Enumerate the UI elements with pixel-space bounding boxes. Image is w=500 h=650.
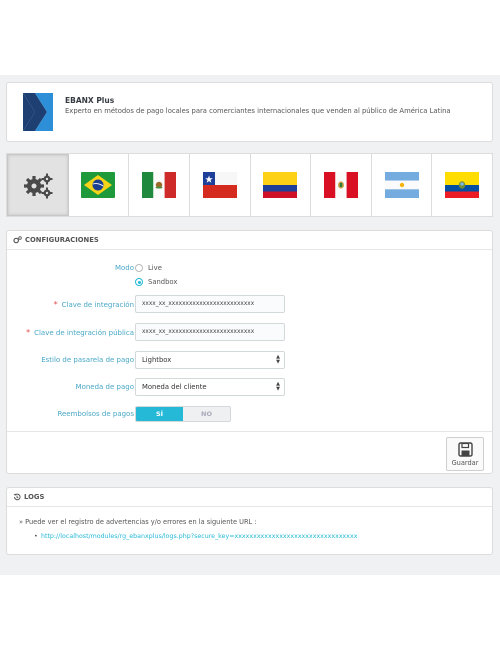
live-radio-label: Live — [148, 264, 162, 272]
country-tabs — [6, 153, 493, 217]
tab-ecuador[interactable] — [432, 154, 492, 216]
clave-input[interactable]: xxxx_xx_xxxxxxxxxxxxxxxxxxxxxxxxx — [135, 295, 285, 313]
logs-url-link[interactable]: http://localhost/modules/rg_ebanxplus/lo… — [41, 533, 357, 540]
live-radio[interactable] — [135, 264, 143, 272]
colombia-flag-icon — [263, 172, 298, 198]
modo-option-sandbox[interactable]: Sandbox — [135, 278, 177, 286]
panel-footer-divider — [7, 431, 492, 432]
gears-icon — [23, 173, 53, 199]
clave-publica-label: * Clave de integración pública — [26, 328, 134, 337]
select-caret-icon: ▲ ▼ — [276, 354, 280, 365]
estilo-select[interactable]: Lightbox ▲ ▼ — [135, 351, 285, 369]
estilo-select-value: Lightbox — [142, 356, 172, 364]
save-icon — [457, 441, 473, 457]
sandbox-radio[interactable] — [135, 278, 143, 286]
reembolsos-yes[interactable]: SÍ — [136, 407, 183, 421]
clave-publica-input[interactable]: xxxx_xx_xxxxxxxxxxxxxxxxxxxxxxxxx — [135, 323, 285, 341]
history-icon — [13, 493, 21, 501]
required-mark: * — [26, 328, 31, 337]
mexico-flag-icon — [142, 172, 177, 198]
sandbox-radio-label: Sandbox — [148, 278, 178, 286]
reembolsos-no[interactable]: NO — [183, 407, 230, 421]
clave-label: * Clave de integración — [54, 300, 134, 309]
config-panel: CONFIGURACIONES Modo Live Sandbox * Clave… — [6, 230, 493, 474]
module-description: Experto en métodos de pago locales para … — [65, 107, 451, 115]
clave-label-text: Clave de integración — [61, 301, 134, 309]
save-button[interactable]: Guardar — [446, 437, 484, 471]
config-panel-header: CONFIGURACIONES — [7, 231, 492, 250]
tab-mexico[interactable] — [129, 154, 190, 216]
reembolsos-label: Reembolsos de pagos — [57, 410, 134, 418]
select-caret-icon: ▲ ▼ — [276, 381, 280, 392]
estilo-label: Estilo de pasarela de pago — [41, 356, 134, 364]
reembolsos-toggle[interactable]: SÍ NO — [135, 406, 231, 422]
modo-option-live[interactable]: Live — [135, 264, 162, 272]
cogs-icon — [13, 236, 22, 244]
moneda-label: Moneda de pago — [75, 383, 134, 391]
ecuador-flag-icon — [445, 172, 480, 198]
tab-brazil[interactable] — [69, 154, 130, 216]
logs-panel-title: LOGS — [24, 493, 45, 501]
ebanx-logo — [23, 93, 53, 131]
logs-panel-header: LOGS — [7, 488, 492, 507]
argentina-flag-icon — [384, 172, 419, 198]
logs-panel: LOGS » Puede ver el registro de adverten… — [6, 487, 493, 555]
modo-label: Modo — [114, 264, 134, 272]
logs-description: » Puede ver el registro de advertencias … — [19, 518, 257, 526]
tab-argentina[interactable] — [372, 154, 433, 216]
module-header: EBANX Plus Experto en métodos de pago lo… — [6, 82, 493, 142]
required-mark: * — [53, 300, 58, 309]
save-button-label: Guardar — [451, 458, 479, 467]
tab-settings[interactable] — [7, 154, 69, 216]
brazil-flag-icon — [81, 172, 116, 198]
clave-publica-label-text: Clave de integración pública — [34, 329, 134, 337]
peru-flag-icon — [323, 172, 358, 198]
tab-colombia[interactable] — [251, 154, 312, 216]
logs-bullet: • — [34, 533, 38, 540]
moneda-select[interactable]: Moneda del cliente ▲ ▼ — [135, 378, 285, 396]
moneda-select-value: Moneda del cliente — [142, 383, 207, 391]
config-panel-title: CONFIGURACIONES — [25, 236, 99, 244]
module-title: EBANX Plus — [65, 96, 115, 105]
tab-chile[interactable] — [190, 154, 251, 216]
tab-peru[interactable] — [311, 154, 372, 216]
chile-flag-icon — [202, 172, 237, 198]
